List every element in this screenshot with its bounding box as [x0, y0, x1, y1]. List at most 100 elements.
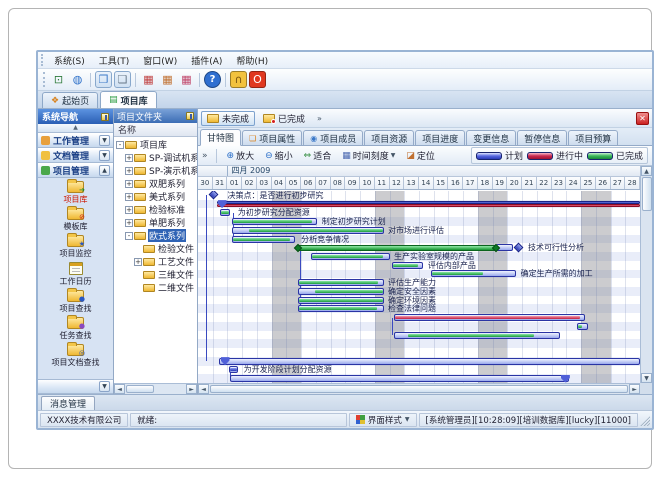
tab-甘特图[interactable]: 甘特图	[200, 129, 241, 146]
gantt-bar-plan[interactable]	[219, 358, 640, 365]
gantt-toolbar-more[interactable]: »	[202, 151, 208, 161]
tree-node-三维文件[interactable]: 三维文件	[114, 268, 197, 281]
lock-icon[interactable]: ∩	[230, 71, 247, 88]
pin-icon[interactable]	[101, 113, 109, 121]
scroll-right-icon[interactable]: ►	[186, 384, 197, 394]
menu-item[interactable]: 窗口(W)	[136, 53, 184, 68]
tree-node-项目库[interactable]: -项目库	[114, 138, 197, 151]
tree-node-工艺文件[interactable]: +工艺文件	[114, 255, 197, 268]
gantt-chart[interactable]: 决策点：是否进行初步研究为初步研究分配资源制定初步研究计划对市场进行评估分析竞争…	[198, 191, 640, 383]
menu-item[interactable]: 插件(A)	[184, 53, 229, 68]
gantt-horizontal-scrollbar[interactable]: ◄ ►	[198, 383, 640, 394]
pin-icon[interactable]	[186, 112, 194, 120]
report-orange-icon[interactable]: ▦	[159, 71, 176, 88]
scroll-left-icon[interactable]: ◄	[198, 384, 209, 394]
sidebar-item-任务查找[interactable]: ●任务查找	[60, 317, 92, 341]
tree-node-单肥系列[interactable]: +单肥系列	[114, 216, 197, 229]
tab-暂停信息[interactable]: 暂停信息	[517, 130, 567, 145]
scrollbar-thumb[interactable]	[126, 385, 154, 393]
gantt-tool-时间刻度[interactable]: ▦时间刻度▼	[340, 148, 397, 163]
tab-变更信息[interactable]: 变更信息	[466, 130, 516, 145]
filter-more-button[interactable]: »	[317, 114, 322, 123]
resize-grip[interactable]	[640, 414, 650, 426]
gantt-tool-缩小[interactable]: ⊖缩小	[263, 148, 295, 163]
folder-icon	[263, 114, 275, 123]
chevron-icon[interactable]: ▼	[99, 150, 110, 161]
expand-icon[interactable]: +	[125, 219, 133, 227]
gantt-tool-适合[interactable]: ⇔适合	[302, 148, 334, 163]
menu-item[interactable]: 帮助(H)	[229, 53, 275, 68]
tab-message-management[interactable]: 消息管理	[41, 396, 95, 410]
sidebar-item-项目文档查找[interactable]: ◎项目文档查找	[52, 344, 100, 368]
doc-tab-inactive[interactable]: ❖起始页	[42, 92, 98, 108]
report-red-icon[interactable]: ▦	[140, 71, 157, 88]
calendar-icon	[69, 262, 83, 275]
interface-style-button[interactable]: 界面样式 ▼	[349, 413, 417, 427]
gantt-bar-fill-blue	[230, 368, 237, 371]
folder-block-icon: ⊘	[67, 208, 84, 220]
sidebar-item-项目库[interactable]: ➔项目库	[64, 181, 88, 205]
close-icon[interactable]: ✕	[636, 112, 649, 125]
open-folder-icon[interactable]: ❐	[95, 71, 112, 88]
scroll-left-icon[interactable]: ◄	[114, 384, 125, 394]
expand-icon[interactable]: +	[125, 180, 133, 188]
tree-node-SP-演示机系[interactable]: +SP-演示机系	[114, 164, 197, 177]
day-header: 02	[242, 177, 257, 190]
tab-项目预算[interactable]: 项目预算	[568, 130, 618, 145]
chevron-down-icon[interactable]: ▼	[99, 381, 110, 392]
doc-tab-active[interactable]: ▤项目库	[100, 91, 157, 108]
tab-项目属性[interactable]: ❏项目属性	[242, 130, 302, 145]
collapse-icon[interactable]: -	[125, 232, 133, 240]
filter-button-已完成[interactable]: 已完成	[257, 111, 311, 126]
sidebar-item-项目监控[interactable]: ★项目监控	[60, 235, 92, 259]
expand-icon[interactable]: +	[125, 206, 133, 214]
gantt-vertical-scrollbar[interactable]: ▲ ▼	[640, 166, 652, 383]
scrollbar-thumb[interactable]	[642, 177, 652, 211]
scroll-down-icon[interactable]: ▼	[641, 373, 652, 383]
scroll-right-icon[interactable]: ►	[629, 384, 640, 394]
help-icon[interactable]: ?	[204, 71, 221, 88]
gantt-bar-progress[interactable]	[217, 204, 640, 207]
expand-icon[interactable]: +	[125, 154, 133, 162]
tree-column-header[interactable]: 名称	[114, 123, 197, 137]
gantt-tool-放大[interactable]: ⊕放大	[225, 148, 257, 163]
sidebar-scroll-up[interactable]: ▲	[38, 124, 113, 133]
sidebar-item-工作日历[interactable]: 工作日历	[60, 262, 92, 287]
tree-node-检验标准[interactable]: +检验标准	[114, 203, 197, 216]
tree-node-二维文件[interactable]: 二维文件	[114, 281, 197, 294]
tree-node-美式系列[interactable]: +美式系列	[114, 190, 197, 203]
sidebar-group-工作管理[interactable]: 工作管理▼	[38, 133, 113, 148]
globe-icon[interactable]: ◍	[69, 71, 86, 88]
tree-horizontal-scrollbar[interactable]: ◄ ►	[114, 383, 197, 394]
expand-icon[interactable]: +	[125, 193, 133, 201]
exit-icon[interactable]: O	[249, 71, 266, 88]
sidebar-item-模板库[interactable]: ⊘模板库	[64, 208, 88, 232]
chevron-icon[interactable]: ▲	[99, 165, 110, 176]
scroll-up-icon[interactable]: ▲	[641, 166, 652, 176]
scrollbar-thumb[interactable]	[210, 385, 628, 393]
tree-node-检验文件[interactable]: 检验文件	[114, 242, 197, 255]
sidebar-group-文档管理[interactable]: 文档管理▼	[38, 148, 113, 163]
collapse-icon[interactable]: -	[116, 141, 124, 149]
sidebar-group-项目管理[interactable]: 项目管理▲	[38, 163, 113, 178]
expand-icon[interactable]: +	[134, 258, 142, 266]
menu-item[interactable]: 工具(T)	[92, 53, 137, 68]
tree-node-欧式系列[interactable]: -欧式系列	[114, 229, 197, 242]
tab-项目资源[interactable]: 项目资源	[364, 130, 414, 145]
tree-node-双肥系列[interactable]: +双肥系列	[114, 177, 197, 190]
paste-icon[interactable]: ❏	[114, 71, 131, 88]
expand-icon[interactable]: +	[125, 167, 133, 175]
tab-项目成员[interactable]: ◉项目成员	[303, 130, 363, 145]
menu-item[interactable]: 系统(S)	[47, 53, 92, 68]
desktop-icon[interactable]: ⊡	[50, 71, 67, 88]
sidebar-group-partial[interactable]: ▼	[38, 379, 113, 394]
chevron-icon[interactable]: ▼	[99, 135, 110, 146]
filter-button-未完成[interactable]: 未完成	[201, 111, 255, 126]
gantt-bar-complete-summary[interactable]	[298, 245, 495, 251]
gantt-bar-plan[interactable]	[230, 375, 569, 382]
sidebar-item-项目查找[interactable]: ●项目查找	[60, 290, 92, 314]
tab-项目进度[interactable]: 项目进度	[415, 130, 465, 145]
report-refresh-icon[interactable]: ▦	[178, 71, 195, 88]
tree-node-SP-调试机系[interactable]: +SP-调试机系	[114, 151, 197, 164]
gantt-tool-定位[interactable]: ◪定位	[404, 148, 437, 163]
